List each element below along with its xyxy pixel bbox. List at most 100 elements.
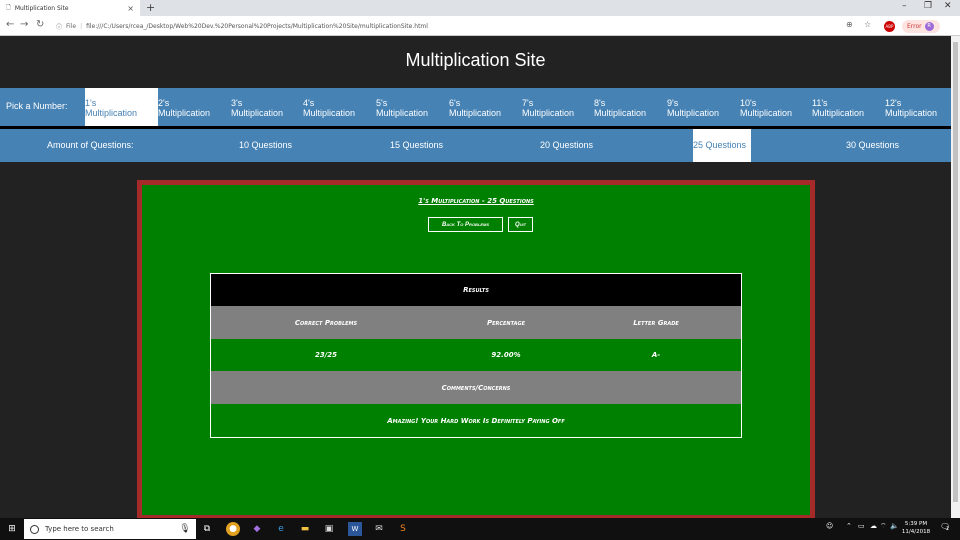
number-tab[interactable]: 8's Multiplication [594,88,667,126]
question-count-tab[interactable]: 10 Questions [239,129,292,162]
page-icon: 🗋 [6,4,11,11]
maximize-button[interactable]: ❐ [924,1,932,11]
back-icon[interactable]: ← [6,19,14,30]
board-title: 1's Multiplication - 25 Questions [418,197,534,205]
battery-icon[interactable]: ▭ [858,522,865,530]
comments-header-row: Comments/Concerns [211,371,741,404]
number-tab-number: 8's [594,98,606,108]
chrome-icon[interactable]: ● [226,522,240,536]
store-icon[interactable]: ▣ [322,522,336,536]
reload-icon[interactable]: ↻ [36,19,44,30]
number-tab-word: Multiplication [158,108,211,118]
taskbar-search-input[interactable]: Type here to search [24,519,196,539]
number-tab-word: Multiplication [522,108,575,118]
number-tab[interactable]: 9's Multiplication [667,88,740,126]
volume-icon[interactable]: 🔈 [890,522,899,530]
number-tab-word: Multiplication [449,108,502,118]
notification-count: 2 [946,526,950,532]
number-tab[interactable]: 10's Multiplication [740,88,813,126]
number-tab[interactable]: 7's Multiplication [522,88,595,126]
minimize-button[interactable]: – [902,1,907,11]
edge-icon[interactable]: e [274,522,288,536]
percentage-value: 92.00% [491,351,521,359]
question-count-tab[interactable]: 15 Questions [390,129,443,162]
number-tab-number: 12's [885,98,902,108]
question-count-tab[interactable]: 20 Questions [540,129,593,162]
mail-icon[interactable]: ✉ [372,522,386,536]
forward-icon[interactable]: → [20,19,28,30]
info-icon: ⓘ [56,23,63,31]
number-tab-word: Multiplication [740,108,793,118]
file-label: File [66,22,77,30]
results-value-row: 23/25 92.00% A- [211,339,741,371]
number-nav-label: Pick a Number: [6,101,68,111]
number-tab-word: Multiplication [594,108,647,118]
comment-row: Amazing! Your Hard Work Is Definitely Pa… [211,404,741,437]
number-tab-number: 3's [231,98,243,108]
question-count-tab[interactable]: 30 Questions [846,129,899,162]
number-nav: Pick a Number: 1's Multiplication 2's Multi… [0,88,951,126]
number-tab[interactable]: 12's Multiplication [885,88,951,126]
number-tab-number: 5's [376,98,388,108]
error-label: Error [907,23,922,30]
number-tab[interactable]: 3's Multiplication [231,88,304,126]
correct-problems-header: Correct Problems [294,318,358,327]
number-tab-word: Multiplication [303,108,356,118]
results-header-row: Results [211,274,741,306]
number-tab-number: 10's [740,98,757,108]
number-tab-number: 1's [85,98,97,108]
question-nav-label: Amount of Questions: [47,140,134,150]
tab-close-icon[interactable]: × [127,4,134,13]
sublime-icon[interactable]: S [396,522,410,536]
back-to-problems-button[interactable]: Back To Problems [428,217,503,232]
windows-start-icon[interactable]: ⊞ [5,522,19,536]
task-view-icon[interactable]: ⧉ [200,522,214,536]
visual-studio-icon[interactable]: ◆ [250,522,264,536]
url-separator: | [80,22,83,30]
close-window-button[interactable]: ✕ [944,1,952,11]
letter-grade-header: Letter Grade [633,318,679,327]
percentage-header: Percentage [486,318,526,327]
results-column-row: Correct Problems Percentage Letter Grade [211,306,741,339]
number-tab[interactable]: 4's Multiplication [303,88,376,126]
extension-icon[interactable]: ABP [884,21,895,32]
word-icon[interactable]: W [348,522,362,536]
number-tab-number: 7's [522,98,534,108]
quit-button[interactable]: Quit [508,217,533,232]
number-tab[interactable]: 6's Multiplication [449,88,522,126]
number-tab-number: 2's [158,98,170,108]
comment-text: Amazing! Your Hard Work Is Definitely Pa… [387,416,565,425]
number-tab-word: Multiplication [667,108,720,118]
address-bar-row: ← → ↻ ⓘ File | file:///C:/Users/rcea_/De… [0,16,960,36]
question-count-tab[interactable]: 25 Questions [693,129,751,162]
results-table: Results Correct Problems Percentage Lett… [210,273,742,438]
cortana-icon [30,524,39,534]
microphone-icon[interactable]: 🎙 [178,522,192,536]
avatar: R [924,22,934,31]
cloud-icon[interactable]: ☁ [870,522,877,530]
wifi-icon[interactable]: ⌔ [880,522,887,531]
file-explorer-icon[interactable]: ▬ [298,522,312,536]
question-nav: Amount of Questions: 10 Questions 15 Ques… [0,129,951,162]
number-tab-word: Multiplication [85,108,138,118]
bookmark-star-icon[interactable]: ☆ [864,20,871,29]
zoom-icon[interactable]: ⊕ [846,20,853,29]
number-tab-word: Multiplication [376,108,429,118]
scrollbar-thumb[interactable] [953,42,958,502]
browser-tab[interactable]: 🗋 Multiplication Site × [0,0,140,16]
page-scrollbar[interactable] [951,36,960,518]
number-tab[interactable]: 2's Multiplication [158,88,231,126]
tray-chevron-icon[interactable]: ⌃ [846,522,852,530]
number-tab-number: 6's [449,98,461,108]
people-icon[interactable]: ☺ [826,522,833,530]
number-tab-word: Multiplication [812,108,865,118]
error-profile-button[interactable]: Error R [902,20,940,33]
number-tab-number: 11's [812,98,828,108]
url-text: file:///C:/Users/rcea_/Desktop/Web%20Dev… [86,22,428,30]
url-bar[interactable]: ⓘ File | file:///C:/Users/rcea_/Desktop/… [56,19,856,33]
taskbar-clock[interactable]: 5:39 PM 11/4/2018 [900,520,932,536]
number-tab[interactable]: 11's Multiplication [812,88,885,126]
number-tab[interactable]: 5's Multiplication [376,88,449,126]
new-tab-button[interactable]: + [146,1,155,14]
number-tab[interactable]: 1's Multiplication [85,88,158,126]
